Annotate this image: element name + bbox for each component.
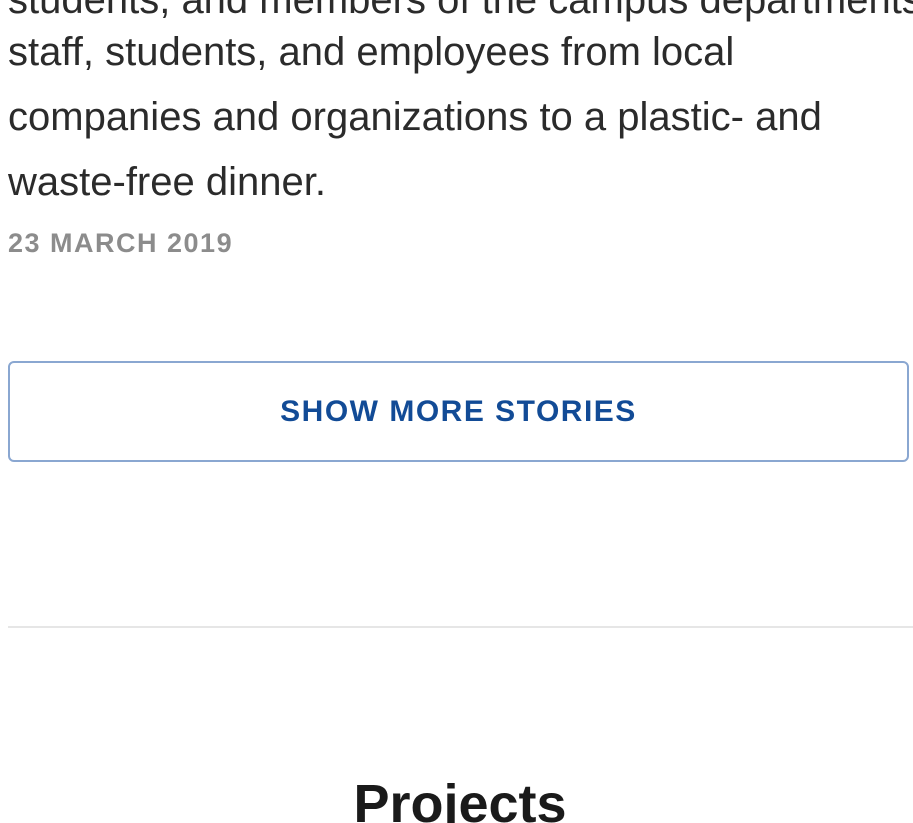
story-excerpt: staff, students, and employees from loca… [8,30,822,204]
show-more-stories-button[interactable]: SHOW MORE STORIES [8,361,909,462]
projects-heading: Projects [353,774,567,823]
story-date: 23 MARCH 2019 [8,228,234,258]
show-more-stories-label: SHOW MORE STORIES [280,394,637,428]
section-divider [8,626,913,628]
story-text-clipped-line: students, and members of the campus depa… [8,0,913,22]
